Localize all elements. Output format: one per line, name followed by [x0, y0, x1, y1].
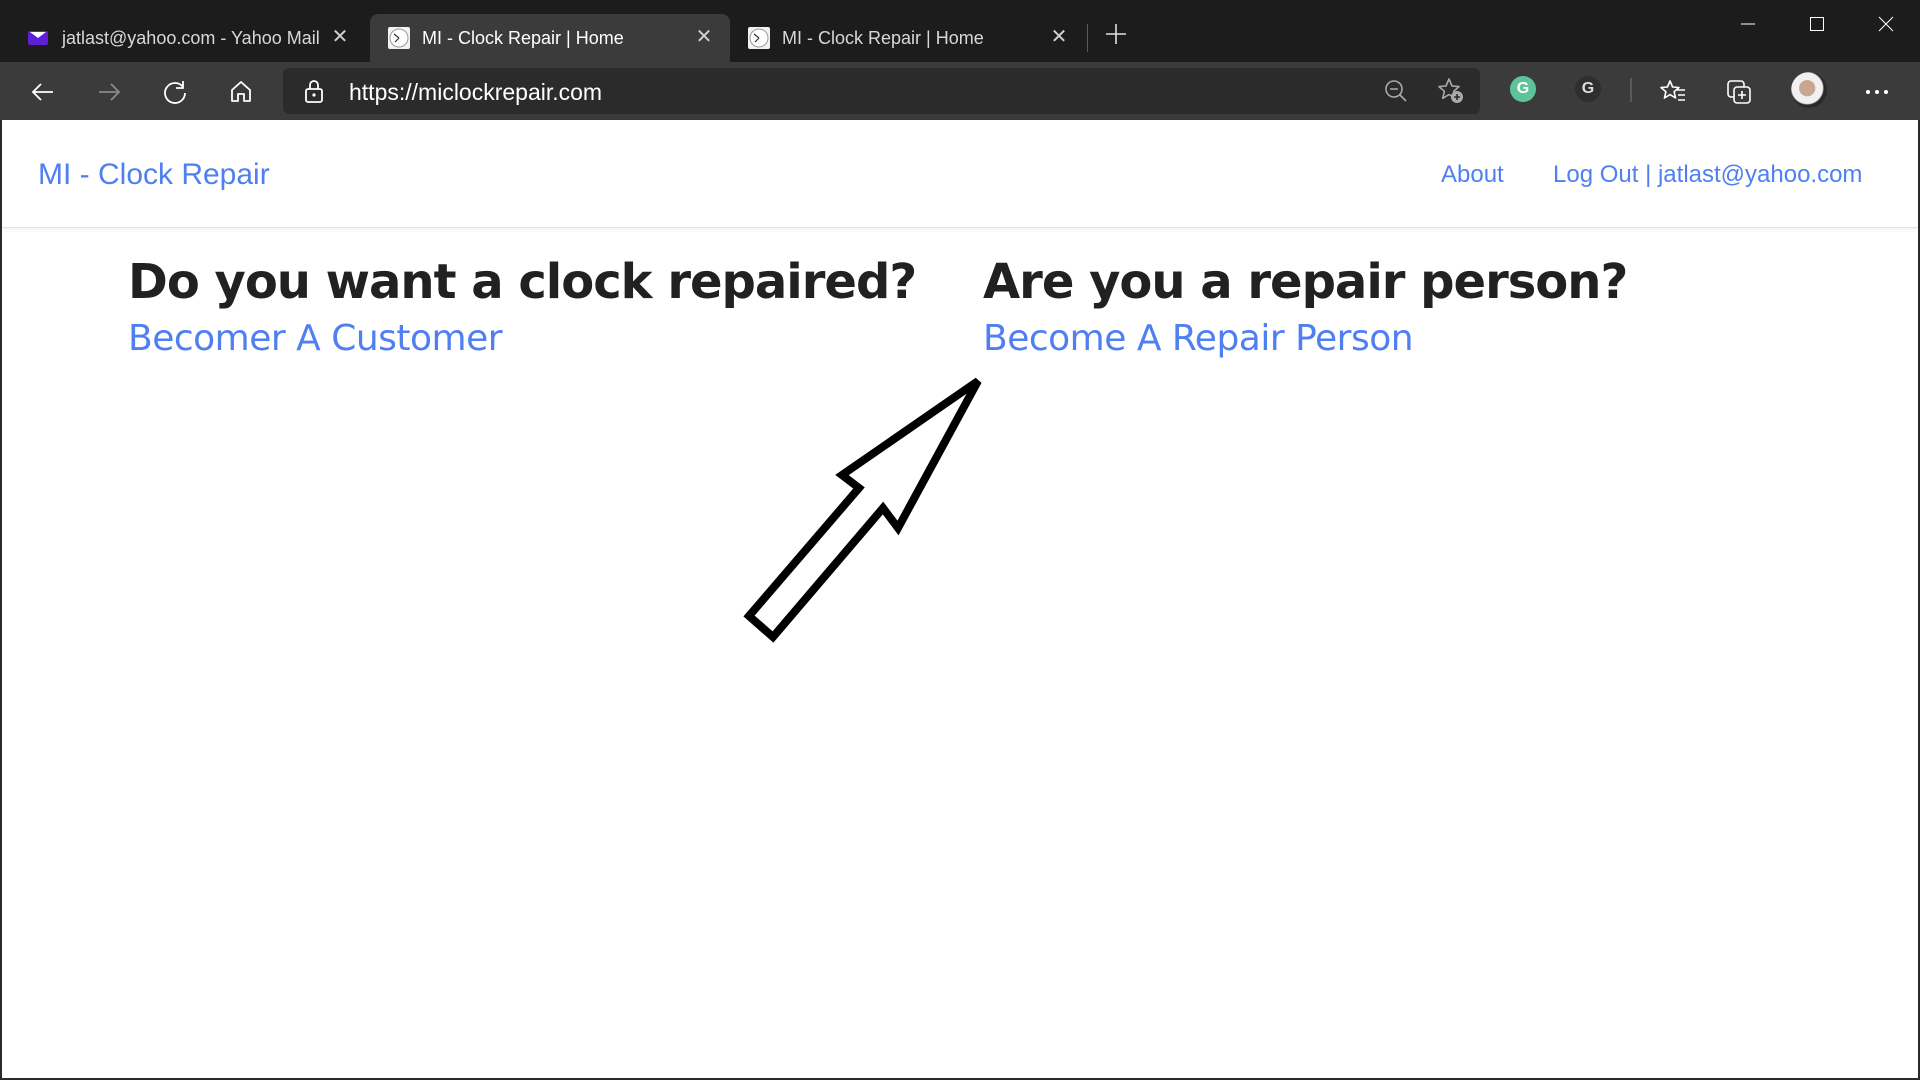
url-text[interactable]: https://miclockrepair.com [349, 79, 602, 106]
tab-label: MI - Clock Repair | Home [782, 28, 984, 48]
close-icon [1878, 16, 1894, 32]
close-tab-icon[interactable]: ✕ [328, 24, 352, 48]
close-tab-icon[interactable]: ✕ [1047, 24, 1071, 48]
home-icon [231, 81, 251, 102]
mail-icon [28, 31, 48, 45]
toolbar-divider [1630, 78, 1632, 102]
tab-separator [1087, 24, 1088, 52]
back-button[interactable] [23, 72, 63, 112]
become-repair-person-link[interactable]: Become A Repair Person [983, 318, 1627, 359]
refresh-icon [164, 81, 186, 104]
clock-icon [748, 27, 770, 49]
home-button[interactable] [221, 72, 261, 112]
tab-clock-repair-active[interactable]: MI - Clock Repair | Home ✕ [370, 14, 730, 62]
minimize-icon [1741, 23, 1755, 25]
become-customer-link[interactable]: Becomer A Customer [128, 318, 916, 359]
collections-icon [1727, 80, 1751, 104]
customer-section: Do you want a clock repaired? Becomer A … [128, 254, 917, 359]
close-tab-icon[interactable]: ✕ [692, 24, 716, 48]
new-tab-button[interactable] [1100, 22, 1132, 54]
tab-label: jatlast@yahoo.com - Yahoo Mail [62, 28, 320, 48]
site-navbar: MI - Clock Repair About Log Out | jatlas… [2, 120, 1918, 228]
refresh-button[interactable] [155, 72, 195, 112]
plus-icon [1106, 24, 1126, 44]
grammarly-extension-icon[interactable]: G [1510, 76, 1536, 102]
maximize-button[interactable] [1789, 8, 1845, 40]
more-icon [1866, 90, 1888, 94]
close-window-button[interactable] [1858, 8, 1914, 40]
collections-button[interactable] [1719, 72, 1759, 112]
tab-yahoo-mail[interactable]: jatlast@yahoo.com - Yahoo Mail ✕ [10, 14, 366, 62]
logout-link[interactable]: Log Out | jatlast@yahoo.com [1553, 161, 1862, 189]
repair-person-heading: Are you a repair person? [983, 254, 1628, 310]
maximize-icon [1810, 17, 1824, 31]
forward-arrow-icon [99, 83, 121, 101]
minimize-button[interactable] [1720, 8, 1776, 40]
clock-icon [388, 27, 410, 49]
zoom-out-icon[interactable] [1383, 78, 1409, 109]
back-arrow-icon [31, 83, 53, 101]
tab-strip: jatlast@yahoo.com - Yahoo Mail ✕ MI - Cl… [0, 0, 1920, 62]
grammarly-disabled-icon[interactable]: G [1575, 76, 1601, 102]
add-favorite-icon[interactable] [1437, 77, 1465, 110]
tab-label: MI - Clock Repair | Home [422, 28, 624, 48]
customer-heading: Do you want a clock repaired? [128, 254, 917, 310]
lock-icon[interactable] [303, 78, 325, 109]
forward-button[interactable] [89, 72, 129, 112]
tab-clock-repair[interactable]: MI - Clock Repair | Home ✕ [730, 14, 1085, 62]
favorites-icon [1660, 80, 1685, 101]
address-bar[interactable]: https://miclockrepair.com [283, 68, 1480, 114]
profile-avatar[interactable] [1791, 72, 1827, 108]
browser-toolbar: https://miclockrepair.com G G [0, 62, 1920, 120]
favorites-button[interactable] [1653, 72, 1693, 112]
web-page: MI - Clock Repair About Log Out | jatlas… [0, 120, 1920, 1078]
site-brand-link[interactable]: MI - Clock Repair [38, 158, 270, 192]
repair-person-section: Are you a repair person? Become A Repair… [983, 254, 1628, 359]
settings-more-button[interactable] [1857, 72, 1897, 112]
url-host: miclockrepair.com [418, 79, 603, 105]
about-link[interactable]: About [1441, 161, 1504, 189]
url-scheme: https:// [349, 79, 419, 105]
